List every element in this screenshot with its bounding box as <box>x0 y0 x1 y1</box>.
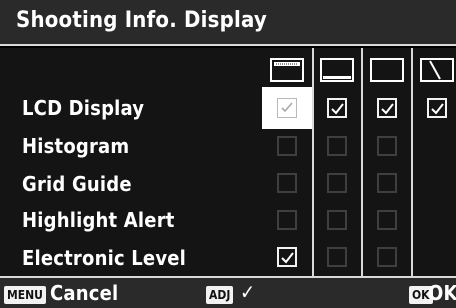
checkbox-electronic-level-mode-1[interactable] <box>277 247 297 267</box>
title-bar: Shooting Info. Display <box>0 0 456 46</box>
column-separator <box>312 48 314 276</box>
display-mode-1-icon <box>270 58 304 84</box>
checkbox-electronic-level-mode-3[interactable] <box>377 247 397 267</box>
checkbox-histogram-mode-2[interactable] <box>327 136 347 156</box>
checkbox-histogram-mode-1[interactable] <box>277 136 297 156</box>
cancel-label[interactable]: Cancel <box>50 281 118 305</box>
row-label-electronic-level: Electronic Level <box>22 246 187 270</box>
checkbox-grid-guide-mode-1[interactable] <box>277 173 297 193</box>
checkbox-lcd-display-mode-4[interactable] <box>427 98 447 118</box>
menu-button-badge[interactable]: MENU <box>4 286 46 304</box>
checkbox-lcd-display-mode-2[interactable] <box>327 98 347 118</box>
column-separator <box>361 48 363 276</box>
ok-label[interactable]: OK <box>428 281 456 305</box>
checkbox-lcd-display-mode-1[interactable] <box>277 98 297 118</box>
row-label-histogram: Histogram <box>22 134 130 158</box>
display-mode-3-icon <box>370 58 404 84</box>
checkbox-highlight-alert-mode-3[interactable] <box>377 210 397 230</box>
checkbox-highlight-alert-mode-1[interactable] <box>277 210 297 230</box>
row-label-lcd-display: LCD Display <box>22 96 145 120</box>
checkbox-grid-guide-mode-3[interactable] <box>377 173 397 193</box>
checkbox-grid-guide-mode-2[interactable] <box>327 173 347 193</box>
row-label-grid-guide: Grid Guide <box>22 172 132 196</box>
adj-button-badge[interactable]: ADJ <box>206 286 234 304</box>
column-separator <box>411 48 413 276</box>
checkbox-lcd-display-mode-3[interactable] <box>377 98 397 118</box>
checkbox-electronic-level-mode-2[interactable] <box>327 247 347 267</box>
checkbox-histogram-mode-3[interactable] <box>377 136 397 156</box>
checkbox-highlight-alert-mode-2[interactable] <box>327 210 347 230</box>
adj-check-icon: ✓ <box>240 280 256 304</box>
display-mode-4-icon <box>420 58 454 84</box>
page-title: Shooting Info. Display <box>16 8 267 33</box>
row-label-highlight-alert: Highlight Alert <box>22 208 175 232</box>
display-mode-2-icon <box>320 58 354 84</box>
